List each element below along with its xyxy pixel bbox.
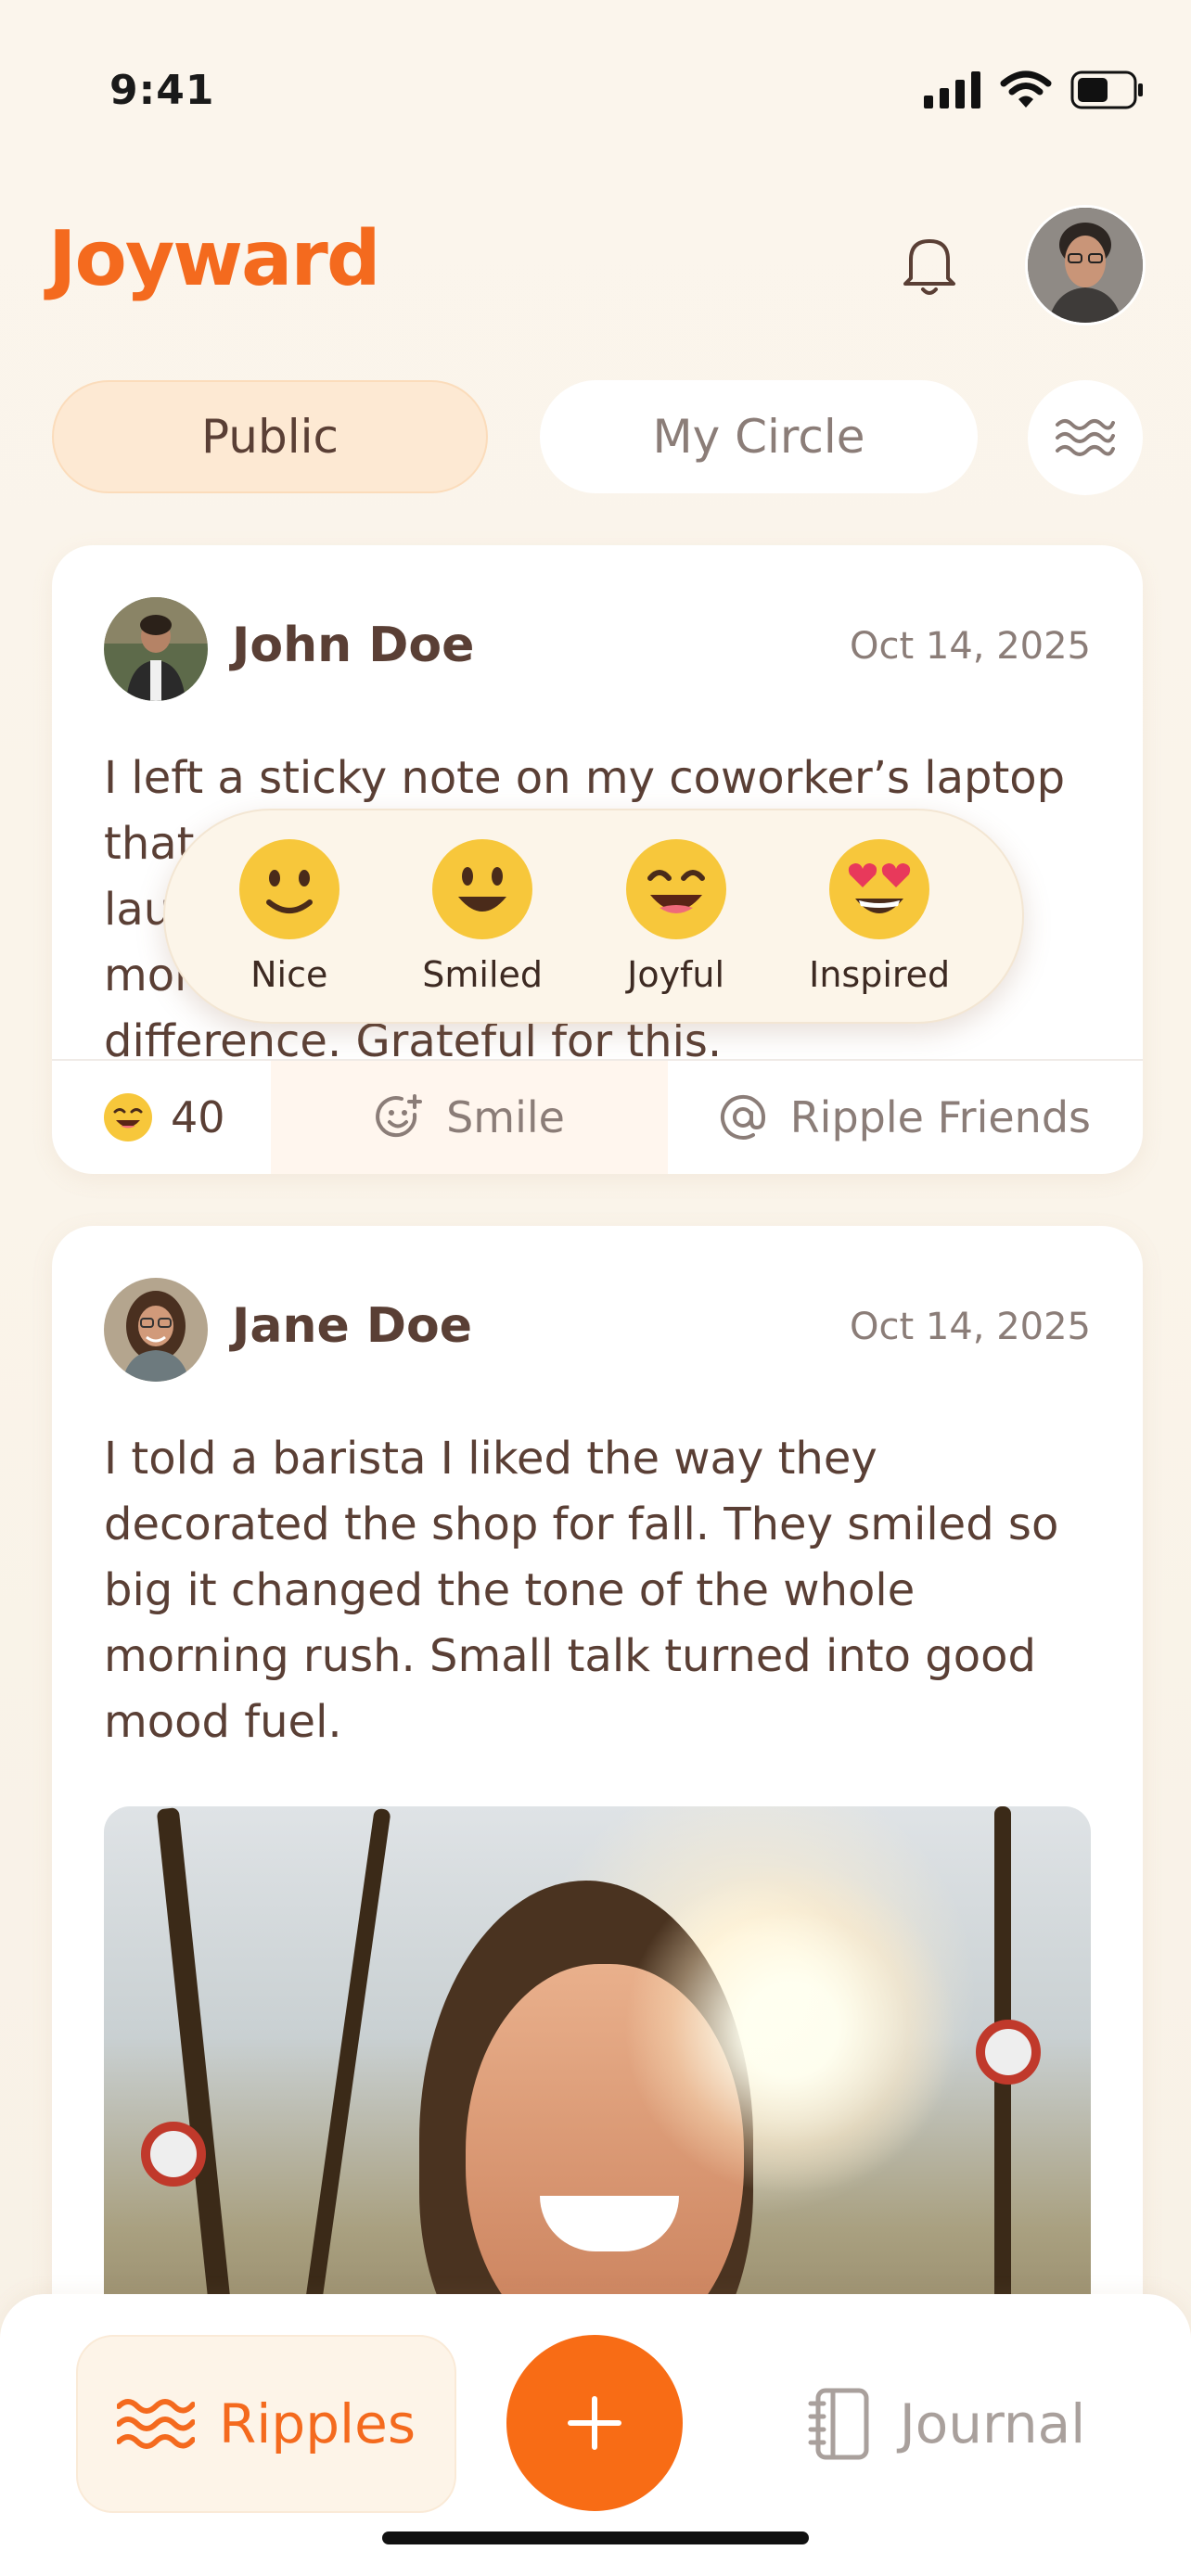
reaction-label: Smiled — [422, 954, 544, 995]
nav-ripples[interactable]: Ripples — [76, 2335, 456, 2513]
reaction-smiled[interactable]: Smiled — [422, 837, 543, 995]
post-date: Oct 14, 2025 — [850, 625, 1091, 668]
status-time: 9:41 — [109, 67, 215, 114]
add-smile-icon — [376, 1094, 423, 1138]
reaction-count[interactable]: 40 — [52, 1061, 271, 1174]
profile-avatar[interactable] — [1028, 208, 1143, 323]
photo-sun-glow — [623, 1862, 957, 2196]
reaction-label: Nice — [250, 954, 328, 995]
avatar-image — [104, 597, 208, 701]
reaction-nice[interactable]: Nice — [237, 837, 341, 995]
ripple-friends-button[interactable]: Ripple Friends — [668, 1061, 1143, 1174]
post-author[interactable]: Jane Doe — [232, 1298, 472, 1354]
status-bar: 9:41 — [0, 0, 1191, 185]
wifi-icon — [1000, 70, 1052, 108]
reaction-picker: Nice Smiled Joyful Inspired — [163, 809, 1024, 1024]
home-indicator — [382, 2531, 809, 2544]
tab-public[interactable]: Public — [52, 380, 488, 493]
ripple-friends-label: Ripple Friends — [789, 1092, 1091, 1142]
filter-button[interactable] — [1028, 380, 1143, 495]
app-logo: Joyward — [48, 215, 381, 303]
wave-icon — [116, 2399, 195, 2449]
smile-emoji-icon — [432, 839, 533, 939]
battery-icon — [1070, 70, 1143, 109]
wave-icon — [1056, 419, 1115, 456]
signal-icon — [924, 71, 980, 108]
bell-icon[interactable] — [898, 232, 961, 299]
avatar[interactable] — [104, 1278, 208, 1382]
plus-icon — [568, 2396, 621, 2450]
photo-sign — [141, 2122, 206, 2187]
heart-eyes-emoji-icon — [829, 839, 930, 939]
reaction-count-value: 40 — [171, 1092, 225, 1142]
nav-journal-label: Journal — [899, 2392, 1086, 2455]
reaction-label: Joyful — [627, 954, 725, 995]
nav-ripples-label: Ripples — [218, 2392, 416, 2455]
add-post-button[interactable] — [506, 2335, 683, 2511]
avatar-image — [104, 1278, 208, 1382]
post-date: Oct 14, 2025 — [850, 1306, 1091, 1348]
smile-label: Smile — [446, 1092, 565, 1142]
status-icons — [924, 70, 1145, 109]
photo-sign — [976, 2020, 1041, 2085]
reaction-inspired[interactable]: Inspired — [809, 837, 950, 995]
slight-smile-emoji-icon — [238, 839, 339, 939]
smile-button[interactable]: Smile — [271, 1061, 668, 1174]
photo-tree — [297, 1807, 391, 2362]
reaction-joyful[interactable]: Joyful — [624, 837, 728, 995]
profile-avatar-image — [1028, 208, 1143, 323]
reaction-label: Inspired — [809, 954, 951, 995]
at-icon — [720, 1094, 765, 1140]
joyful-emoji-icon — [104, 1093, 152, 1141]
post-actions: 40 Smile Ripple Friends — [52, 1059, 1143, 1174]
joyful-emoji-icon — [625, 839, 726, 939]
journal-icon — [808, 2388, 869, 2460]
nav-journal[interactable]: Journal — [770, 2335, 1122, 2513]
tab-my-circle[interactable]: My Circle — [540, 380, 978, 493]
post-text: I told a barista I liked the way they de… — [104, 1433, 1059, 1748]
avatar[interactable] — [104, 597, 208, 701]
post-author[interactable]: John Doe — [232, 618, 474, 673]
